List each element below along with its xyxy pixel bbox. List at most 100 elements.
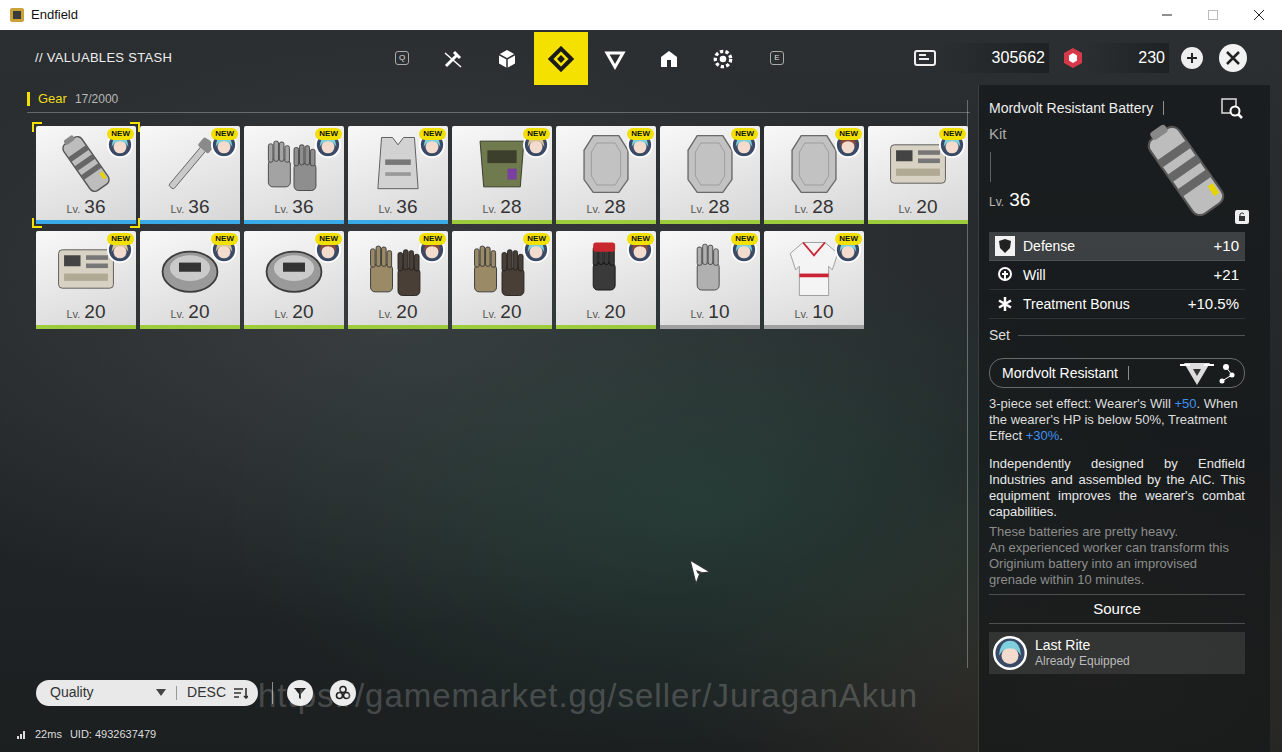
status-line: 22msUID: 4932637479 <box>17 726 967 743</box>
sort-dropdown[interactable]: QualityDESC <box>36 680 258 706</box>
game-screen: // VALUABLES STASHQE305662230Gear17/2000… <box>0 30 1282 752</box>
level-value: 20 <box>292 301 313 322</box>
cube-icon <box>496 48 518 70</box>
divider <box>1018 335 1245 336</box>
gear-item[interactable]: NEWLv.10 <box>764 231 864 329</box>
maximize-button[interactable] <box>1190 0 1236 30</box>
section-label: Gear <box>38 89 67 109</box>
level-prefix: Lv. <box>691 203 705 215</box>
gear-item[interactable]: NEWLv.28 <box>452 126 552 224</box>
gear-grid: NEWLv.36NEWLv.36NEWLv.36NEWLv.36NEWLv.28… <box>36 126 967 329</box>
close-stash-button[interactable] <box>1219 44 1247 72</box>
quality-bar <box>764 220 864 224</box>
lock-icon[interactable] <box>1235 210 1249 224</box>
sort-order-icon <box>234 687 248 699</box>
add-currency-button[interactable] <box>1181 47 1203 69</box>
stat-list: Defense +10 Will+21Treatment Bonus+10.5% <box>989 232 1245 319</box>
key-label: Q <box>395 51 409 65</box>
gear-item[interactable]: NEWLv.28 <box>660 126 760 224</box>
level-value: 20 <box>396 301 417 322</box>
level-prefix: Lv. <box>587 203 601 215</box>
quality-bar <box>556 220 656 224</box>
gear-item[interactable]: NEWLv.36 <box>244 126 344 224</box>
gear-item[interactable]: NEWLv.20 <box>140 231 240 329</box>
level-prefix: Lv. <box>275 308 289 320</box>
operator-name: Last Rite <box>1035 637 1130 654</box>
stat-row: Defense +10 <box>989 232 1245 261</box>
stat-name: Defense <box>1023 236 1075 257</box>
gear-item[interactable]: NEWLv.28 <box>764 126 864 224</box>
set-heading-label: Set <box>989 325 1010 346</box>
source-card[interactable]: Last RiteAlready Equipped <box>989 632 1245 674</box>
category-tab[interactable] <box>426 32 480 85</box>
gear-item[interactable]: NEWLv.20 <box>556 231 656 329</box>
key-label: E <box>770 51 784 65</box>
level-prefix: Lv. <box>899 203 913 215</box>
item-level: Lv.20 <box>140 302 240 324</box>
ping: 22ms <box>35 726 62 743</box>
gear-item[interactable]: NEW Lv.36 <box>140 126 240 224</box>
currency-amount: 230 <box>1085 43 1169 73</box>
effect-text: +30% <box>1026 428 1060 443</box>
prev-tab-key[interactable]: Q <box>387 51 417 65</box>
level-prefix: Lv. <box>795 203 809 215</box>
gear-item[interactable]: NEWLv.36 <box>348 126 448 224</box>
item-level: Lv.10 <box>660 302 760 324</box>
next-tab-key[interactable]: E <box>762 51 792 65</box>
item-level: Lv.20 <box>36 302 136 324</box>
weapon-icon <box>442 48 464 70</box>
new-badge: NEW <box>523 128 550 140</box>
recycle-button[interactable] <box>330 680 356 706</box>
minimize-button[interactable] <box>1144 0 1190 30</box>
currency: 305662 <box>913 43 1049 73</box>
new-badge: NEW <box>315 128 342 140</box>
stat-row: Treatment Bonus+10.5% <box>989 290 1245 319</box>
category-tab[interactable] <box>534 32 588 85</box>
close-button[interactable] <box>1236 0 1282 30</box>
ticket-icon <box>913 46 937 70</box>
level-value: 28 <box>604 196 625 217</box>
equip-status: Already Equipped <box>1035 654 1130 669</box>
detail-panel: Mordvolt Resistant BatteryKitLv.36Defens… <box>978 85 1270 752</box>
defense-icon <box>995 236 1015 256</box>
level-prefix: Lv. <box>587 308 601 320</box>
stat-value: +10 <box>1214 235 1239 258</box>
quality-bar <box>660 220 760 224</box>
new-badge: NEW <box>835 128 862 140</box>
inspect-icon[interactable] <box>1221 97 1245 119</box>
level-value: 20 <box>500 301 521 322</box>
new-badge: NEW <box>107 233 134 245</box>
category-tab[interactable] <box>696 32 750 85</box>
stat-row: Will+21 <box>989 261 1245 290</box>
quality-bar <box>140 325 240 329</box>
level-prefix: Lv. <box>989 195 1004 209</box>
gear-item[interactable]: NEWLv.20 <box>452 231 552 329</box>
quality-bar <box>244 325 344 329</box>
level-prefix: Lv. <box>275 203 289 215</box>
detail-title-row: Mordvolt Resistant Battery <box>989 97 1245 119</box>
origeometry-icon <box>1061 46 1085 70</box>
gear-item[interactable]: NEWLv.10 <box>660 231 760 329</box>
level-value: 20 <box>916 196 937 217</box>
selection-frame <box>32 122 140 228</box>
gear-item[interactable]: NEWLv.36 <box>36 126 136 224</box>
set-name-pill[interactable]: Mordvolt Resistant <box>989 358 1245 388</box>
gear-item[interactable]: NEWLv.20 <box>868 126 968 224</box>
divider <box>272 682 273 704</box>
stat-value: +21 <box>1214 264 1239 287</box>
filter-button[interactable] <box>287 680 313 706</box>
category-tab[interactable] <box>588 32 642 85</box>
stat-value: +10.5% <box>1188 293 1239 316</box>
new-badge: NEW <box>211 128 238 140</box>
item-level: Lv.36 <box>140 197 240 219</box>
gear-item[interactable]: NEWLv.28 <box>556 126 656 224</box>
gear-item[interactable]: NEWLv.20 <box>348 231 448 329</box>
category-tab[interactable] <box>480 32 534 85</box>
category-tab[interactable] <box>642 32 696 85</box>
sort-order[interactable]: DESC <box>187 682 226 703</box>
gear-item[interactable]: NEWLv.20 <box>244 231 344 329</box>
will-icon <box>995 265 1015 285</box>
divider <box>1163 101 1164 115</box>
gear-item[interactable]: NEW Lv.20 <box>36 231 136 329</box>
currency: 230 <box>1061 43 1169 73</box>
